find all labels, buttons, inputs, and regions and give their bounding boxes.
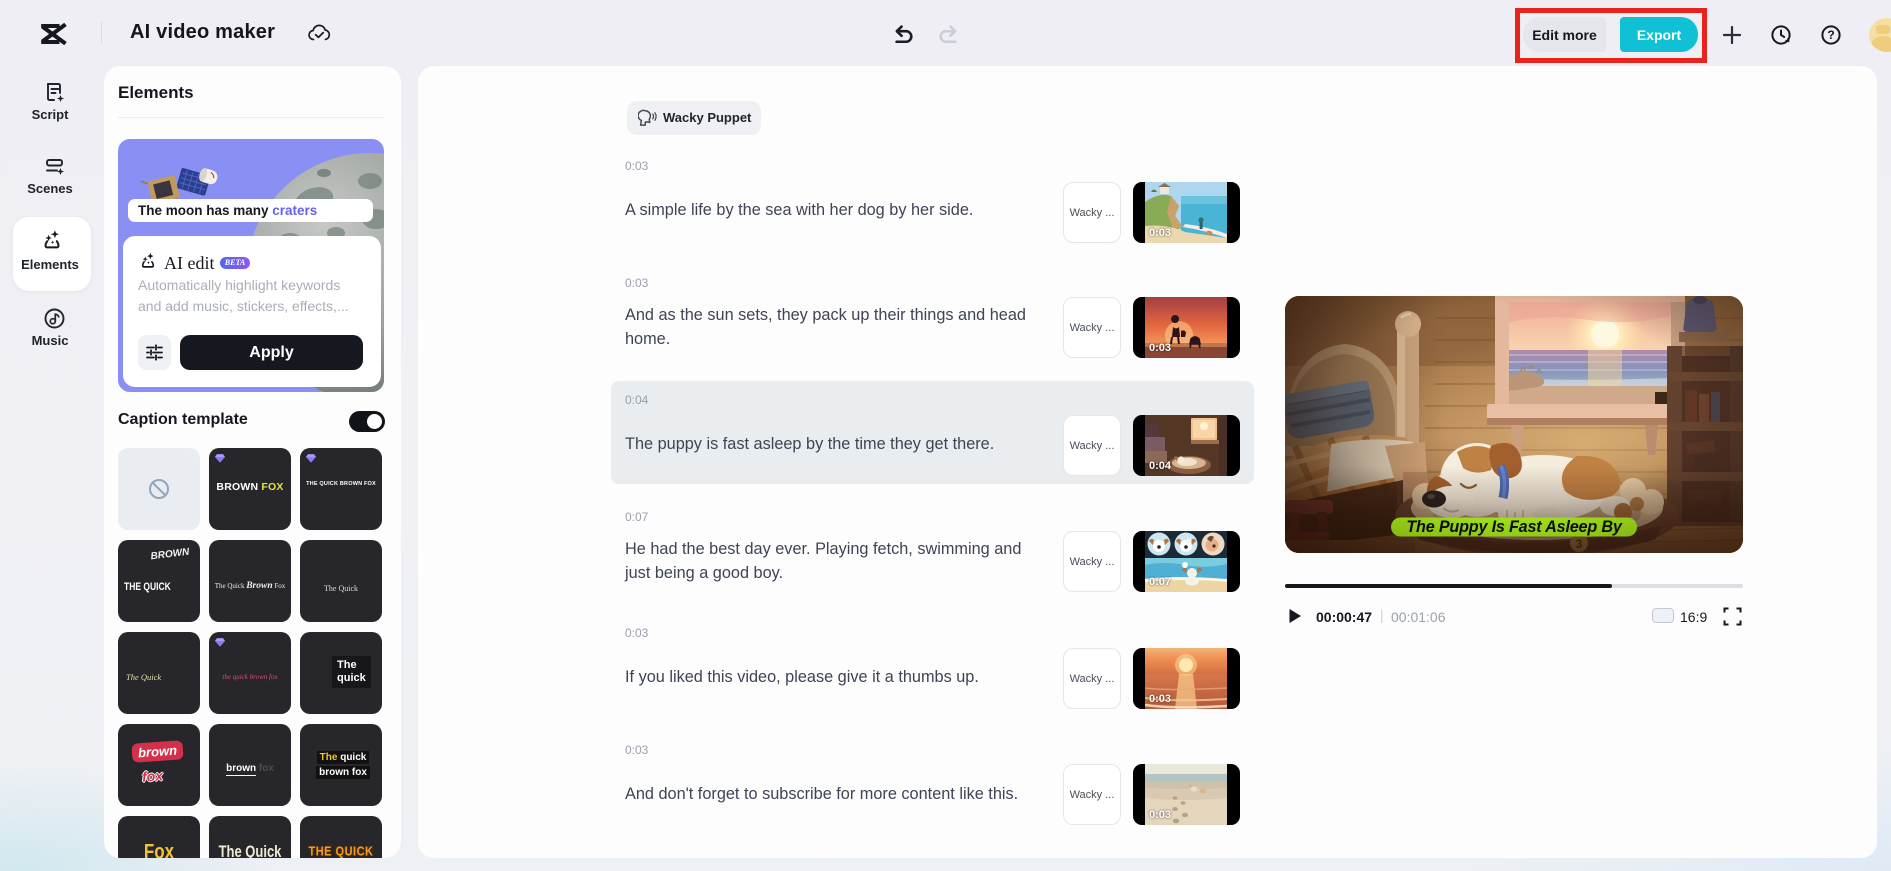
svg-text:?: ?	[1827, 28, 1834, 42]
